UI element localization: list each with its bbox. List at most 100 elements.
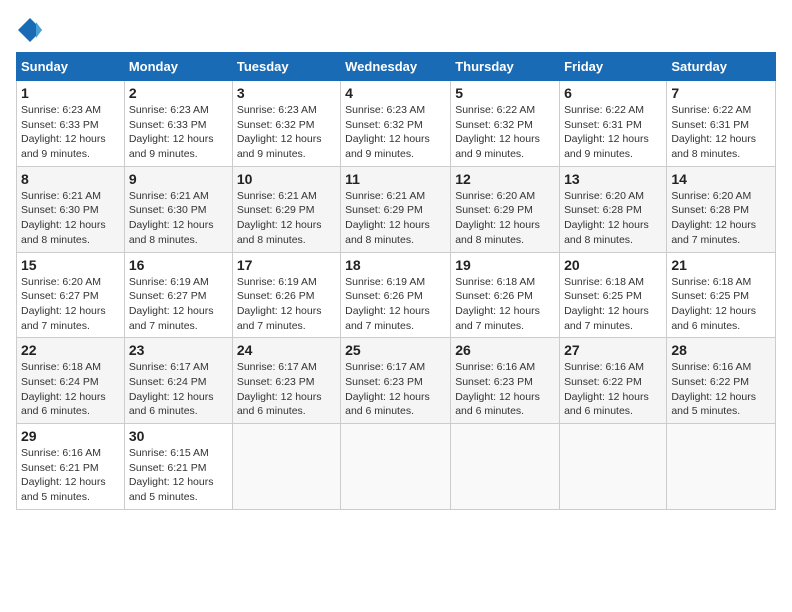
calendar-cell: 25 Sunrise: 6:17 AMSunset: 6:23 PMDayligh… (341, 338, 451, 424)
day-info: Sunrise: 6:17 AMSunset: 6:23 PMDaylight:… (345, 360, 446, 419)
day-number: 28 (671, 342, 771, 358)
calendar-cell: 11 Sunrise: 6:21 AMSunset: 6:29 PMDayligh… (341, 166, 451, 252)
calendar-cell: 9 Sunrise: 6:21 AMSunset: 6:30 PMDaylight… (124, 166, 232, 252)
weekday-header-sunday: Sunday (17, 53, 125, 81)
day-number: 6 (564, 85, 662, 101)
logo-icon (16, 16, 44, 44)
day-info: Sunrise: 6:19 AMSunset: 6:26 PMDaylight:… (345, 275, 446, 334)
day-number: 14 (671, 171, 771, 187)
calendar-cell: 28 Sunrise: 6:16 AMSunset: 6:22 PMDayligh… (667, 338, 776, 424)
day-info: Sunrise: 6:23 AMSunset: 6:33 PMDaylight:… (129, 103, 228, 162)
calendar-week-row: 29Sunrise: 6:16 AMSunset: 6:21 PMDayligh… (17, 424, 776, 510)
day-info: Sunrise: 6:21 AMSunset: 6:29 PMDaylight:… (237, 189, 336, 248)
day-info: Sunrise: 6:15 AMSunset: 6:21 PMDaylight:… (129, 446, 228, 505)
calendar-cell: 19 Sunrise: 6:18 AMSunset: 6:26 PMDayligh… (451, 252, 560, 338)
day-info: Sunrise: 6:18 AMSunset: 6:26 PMDaylight:… (455, 275, 555, 334)
day-number: 2 (129, 85, 228, 101)
day-number: 25 (345, 342, 446, 358)
calendar-cell (560, 424, 667, 510)
day-info: Sunrise: 6:20 AMSunset: 6:28 PMDaylight:… (564, 189, 662, 248)
day-number: 9 (129, 171, 228, 187)
calendar-cell: 27 Sunrise: 6:16 AMSunset: 6:22 PMDayligh… (560, 338, 667, 424)
calendar-cell: 29Sunrise: 6:16 AMSunset: 6:21 PMDayligh… (17, 424, 125, 510)
calendar-cell: 8 Sunrise: 6:21 AMSunset: 6:30 PMDaylight… (17, 166, 125, 252)
day-number: 16 (129, 257, 228, 273)
day-number: 22 (21, 342, 120, 358)
calendar-cell: 4 Sunrise: 6:23 AMSunset: 6:32 PMDaylight… (341, 81, 451, 167)
calendar-cell (341, 424, 451, 510)
day-number: 29 (21, 428, 120, 444)
calendar-week-row: 1 Sunrise: 6:23 AMSunset: 6:33 PMDaylight… (17, 81, 776, 167)
day-number: 8 (21, 171, 120, 187)
calendar-cell: 20 Sunrise: 6:18 AMSunset: 6:25 PMDayligh… (560, 252, 667, 338)
day-info: Sunrise: 6:17 AMSunset: 6:23 PMDaylight:… (237, 360, 336, 419)
day-number: 19 (455, 257, 555, 273)
day-info: Sunrise: 6:18 AMSunset: 6:24 PMDaylight:… (21, 360, 120, 419)
calendar-cell: 22 Sunrise: 6:18 AMSunset: 6:24 PMDayligh… (17, 338, 125, 424)
calendar-cell: 26Sunrise: 6:16 AMSunset: 6:23 PMDayligh… (451, 338, 560, 424)
calendar-cell: 2 Sunrise: 6:23 AMSunset: 6:33 PMDaylight… (124, 81, 232, 167)
page-header (16, 16, 776, 44)
day-number: 30 (129, 428, 228, 444)
day-number: 20 (564, 257, 662, 273)
day-number: 15 (21, 257, 120, 273)
day-number: 13 (564, 171, 662, 187)
weekday-header-tuesday: Tuesday (232, 53, 340, 81)
weekday-header-wednesday: Wednesday (341, 53, 451, 81)
calendar-cell: 1 Sunrise: 6:23 AMSunset: 6:33 PMDaylight… (17, 81, 125, 167)
day-number: 11 (345, 171, 446, 187)
weekday-header-row: SundayMondayTuesdayWednesdayThursdayFrid… (17, 53, 776, 81)
calendar-cell: 10 Sunrise: 6:21 AMSunset: 6:29 PMDayligh… (232, 166, 340, 252)
weekday-header-monday: Monday (124, 53, 232, 81)
day-number: 24 (237, 342, 336, 358)
day-info: Sunrise: 6:21 AMSunset: 6:30 PMDaylight:… (129, 189, 228, 248)
calendar-cell (451, 424, 560, 510)
day-number: 18 (345, 257, 446, 273)
day-number: 5 (455, 85, 555, 101)
day-info: Sunrise: 6:23 AMSunset: 6:32 PMDaylight:… (237, 103, 336, 162)
day-number: 1 (21, 85, 120, 101)
calendar-cell: 23Sunrise: 6:17 AMSunset: 6:24 PMDayligh… (124, 338, 232, 424)
calendar-cell: 18 Sunrise: 6:19 AMSunset: 6:26 PMDayligh… (341, 252, 451, 338)
weekday-header-thursday: Thursday (451, 53, 560, 81)
calendar-table: SundayMondayTuesdayWednesdayThursdayFrid… (16, 52, 776, 510)
day-number: 10 (237, 171, 336, 187)
calendar-cell: 7Sunrise: 6:22 AMSunset: 6:31 PMDaylight… (667, 81, 776, 167)
calendar-cell: 17Sunrise: 6:19 AMSunset: 6:26 PMDayligh… (232, 252, 340, 338)
day-info: Sunrise: 6:21 AMSunset: 6:29 PMDaylight:… (345, 189, 446, 248)
day-info: Sunrise: 6:23 AMSunset: 6:32 PMDaylight:… (345, 103, 446, 162)
weekday-header-friday: Friday (560, 53, 667, 81)
day-number: 12 (455, 171, 555, 187)
day-info: Sunrise: 6:16 AMSunset: 6:23 PMDaylight:… (455, 360, 555, 419)
day-info: Sunrise: 6:21 AMSunset: 6:30 PMDaylight:… (21, 189, 120, 248)
day-info: Sunrise: 6:19 AMSunset: 6:27 PMDaylight:… (129, 275, 228, 334)
calendar-cell: 3 Sunrise: 6:23 AMSunset: 6:32 PMDaylight… (232, 81, 340, 167)
day-info: Sunrise: 6:16 AMSunset: 6:22 PMDaylight:… (564, 360, 662, 419)
day-number: 3 (237, 85, 336, 101)
logo (16, 16, 46, 44)
day-info: Sunrise: 6:17 AMSunset: 6:24 PMDaylight:… (129, 360, 228, 419)
day-info: Sunrise: 6:20 AMSunset: 6:27 PMDaylight:… (21, 275, 120, 334)
day-info: Sunrise: 6:23 AMSunset: 6:33 PMDaylight:… (21, 103, 120, 162)
weekday-header-saturday: Saturday (667, 53, 776, 81)
day-number: 4 (345, 85, 446, 101)
calendar-cell: 6 Sunrise: 6:22 AMSunset: 6:31 PMDaylight… (560, 81, 667, 167)
calendar-cell (667, 424, 776, 510)
day-info: Sunrise: 6:16 AMSunset: 6:22 PMDaylight:… (671, 360, 771, 419)
day-number: 27 (564, 342, 662, 358)
calendar-week-row: 8 Sunrise: 6:21 AMSunset: 6:30 PMDaylight… (17, 166, 776, 252)
calendar-week-row: 15 Sunrise: 6:20 AMSunset: 6:27 PMDayligh… (17, 252, 776, 338)
day-info: Sunrise: 6:18 AMSunset: 6:25 PMDaylight:… (671, 275, 771, 334)
day-info: Sunrise: 6:18 AMSunset: 6:25 PMDaylight:… (564, 275, 662, 334)
calendar-cell: 21Sunrise: 6:18 AMSunset: 6:25 PMDayligh… (667, 252, 776, 338)
calendar-cell: 12Sunrise: 6:20 AMSunset: 6:29 PMDayligh… (451, 166, 560, 252)
calendar-cell: 15 Sunrise: 6:20 AMSunset: 6:27 PMDayligh… (17, 252, 125, 338)
calendar-week-row: 22 Sunrise: 6:18 AMSunset: 6:24 PMDayligh… (17, 338, 776, 424)
day-info: Sunrise: 6:22 AMSunset: 6:31 PMDaylight:… (671, 103, 771, 162)
day-info: Sunrise: 6:19 AMSunset: 6:26 PMDaylight:… (237, 275, 336, 334)
calendar-cell: 14Sunrise: 6:20 AMSunset: 6:28 PMDayligh… (667, 166, 776, 252)
calendar-cell: 5Sunrise: 6:22 AMSunset: 6:32 PMDaylight… (451, 81, 560, 167)
calendar-cell: 24 Sunrise: 6:17 AMSunset: 6:23 PMDayligh… (232, 338, 340, 424)
day-info: Sunrise: 6:22 AMSunset: 6:31 PMDaylight:… (564, 103, 662, 162)
calendar-cell: 13 Sunrise: 6:20 AMSunset: 6:28 PMDayligh… (560, 166, 667, 252)
